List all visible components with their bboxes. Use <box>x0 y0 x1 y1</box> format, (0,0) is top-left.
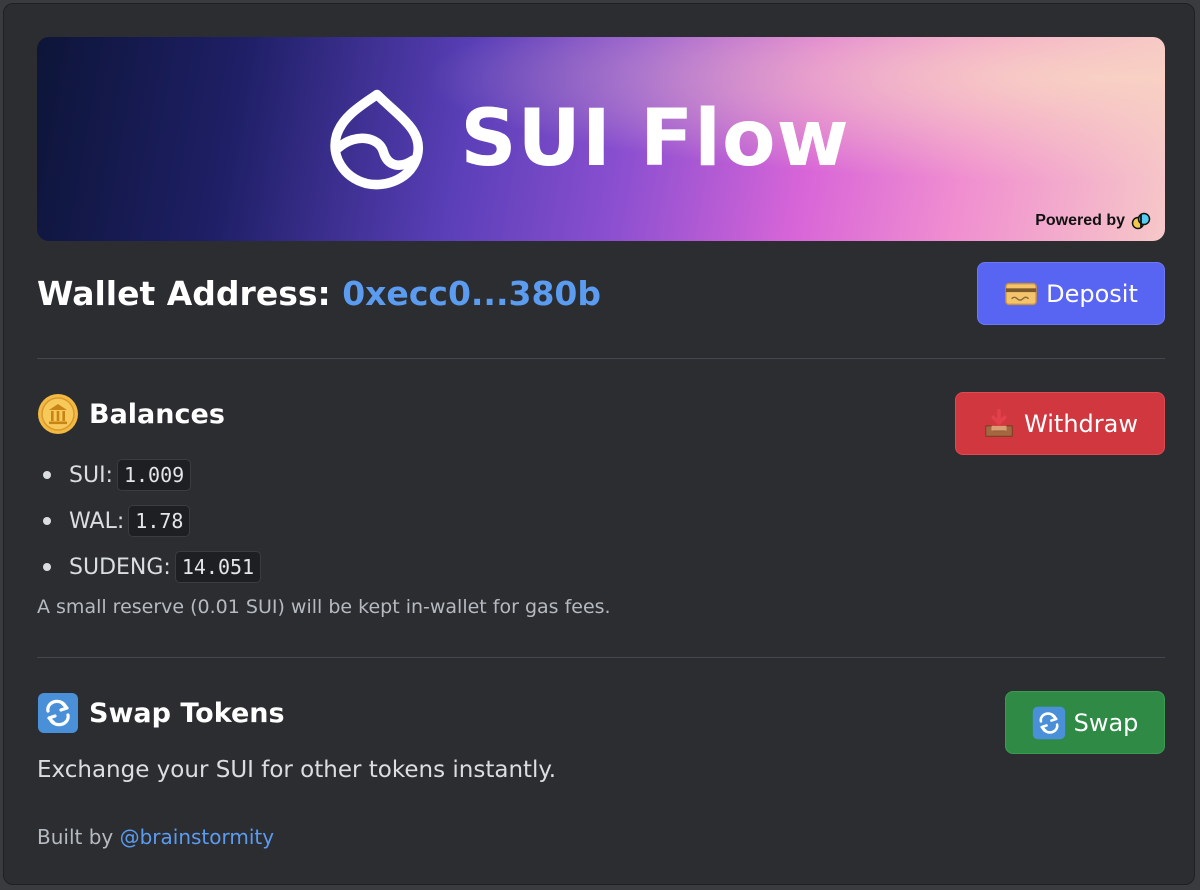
token-amount: 1.009 <box>116 459 192 491</box>
repeat-arrows-icon <box>38 693 78 733</box>
swap-button[interactable]: Swap <box>1005 691 1165 754</box>
divider-middle <box>37 657 1165 658</box>
wallet-address-value: 0xecc0...380b <box>342 274 602 313</box>
token-name: SUDENG: <box>69 554 171 580</box>
repeat-arrows-icon <box>1032 706 1066 740</box>
footer-prefix: Built by <box>37 825 114 849</box>
bullet <box>43 563 51 571</box>
balance-item-sudeng: SUDENG: 14.051 <box>37 544 262 590</box>
withdraw-button[interactable]: Withdraw <box>955 392 1165 455</box>
balance-item-sui: SUI: 1.009 <box>37 452 261 498</box>
author-link[interactable]: @brainstormity <box>120 825 275 849</box>
banner: SUI Flow Powered by <box>37 37 1165 241</box>
swap-label: Swap <box>1073 708 1139 737</box>
inbox-tray-icon <box>982 407 1016 441</box>
coin-bank-icon <box>38 394 78 434</box>
token-amount: 1.78 <box>128 505 191 537</box>
bullet <box>43 517 51 525</box>
powered-by-label: Powered by <box>1035 212 1125 229</box>
balances-list: SUI: 1.009 WAL: 1.78 SUDENG: 14.051 <box>37 452 262 590</box>
swap-heading: Swap Tokens <box>37 692 285 734</box>
powered-by: Powered by <box>1035 211 1151 231</box>
wallet-card: SUI Flow Powered by Wallet Address: 0xec… <box>3 3 1195 885</box>
deposit-label: Deposit <box>1046 279 1138 308</box>
sui-flow-leaf-icon <box>330 89 424 190</box>
swap-title: Swap Tokens <box>89 697 285 729</box>
wallet-address-row: Wallet Address: 0xecc0...380b <box>37 274 601 313</box>
withdraw-label: Withdraw <box>1024 409 1138 438</box>
swap-description: Exchange your SUI for other tokens insta… <box>37 757 557 783</box>
balance-item-wal: WAL: 1.78 <box>37 498 261 544</box>
banner-title: SUI Flow <box>460 94 850 184</box>
deposit-button[interactable]: Deposit <box>977 262 1165 325</box>
balances-heading: Balances <box>37 393 225 435</box>
token-name: WAL: <box>69 508 125 534</box>
partner-logo-icon <box>1131 212 1151 230</box>
balances-title: Balances <box>89 398 225 430</box>
token-name: SUI: <box>69 462 113 488</box>
divider-top <box>37 358 1165 359</box>
wallet-address-label: Wallet Address: <box>37 274 331 313</box>
footer: Built by @brainstormity <box>37 825 274 849</box>
bullet <box>43 471 51 479</box>
gas-reserve-note: A small reserve (0.01 SUI) will be kept … <box>37 596 611 618</box>
token-amount: 14.051 <box>174 551 262 583</box>
credit-card-icon <box>1004 277 1038 311</box>
